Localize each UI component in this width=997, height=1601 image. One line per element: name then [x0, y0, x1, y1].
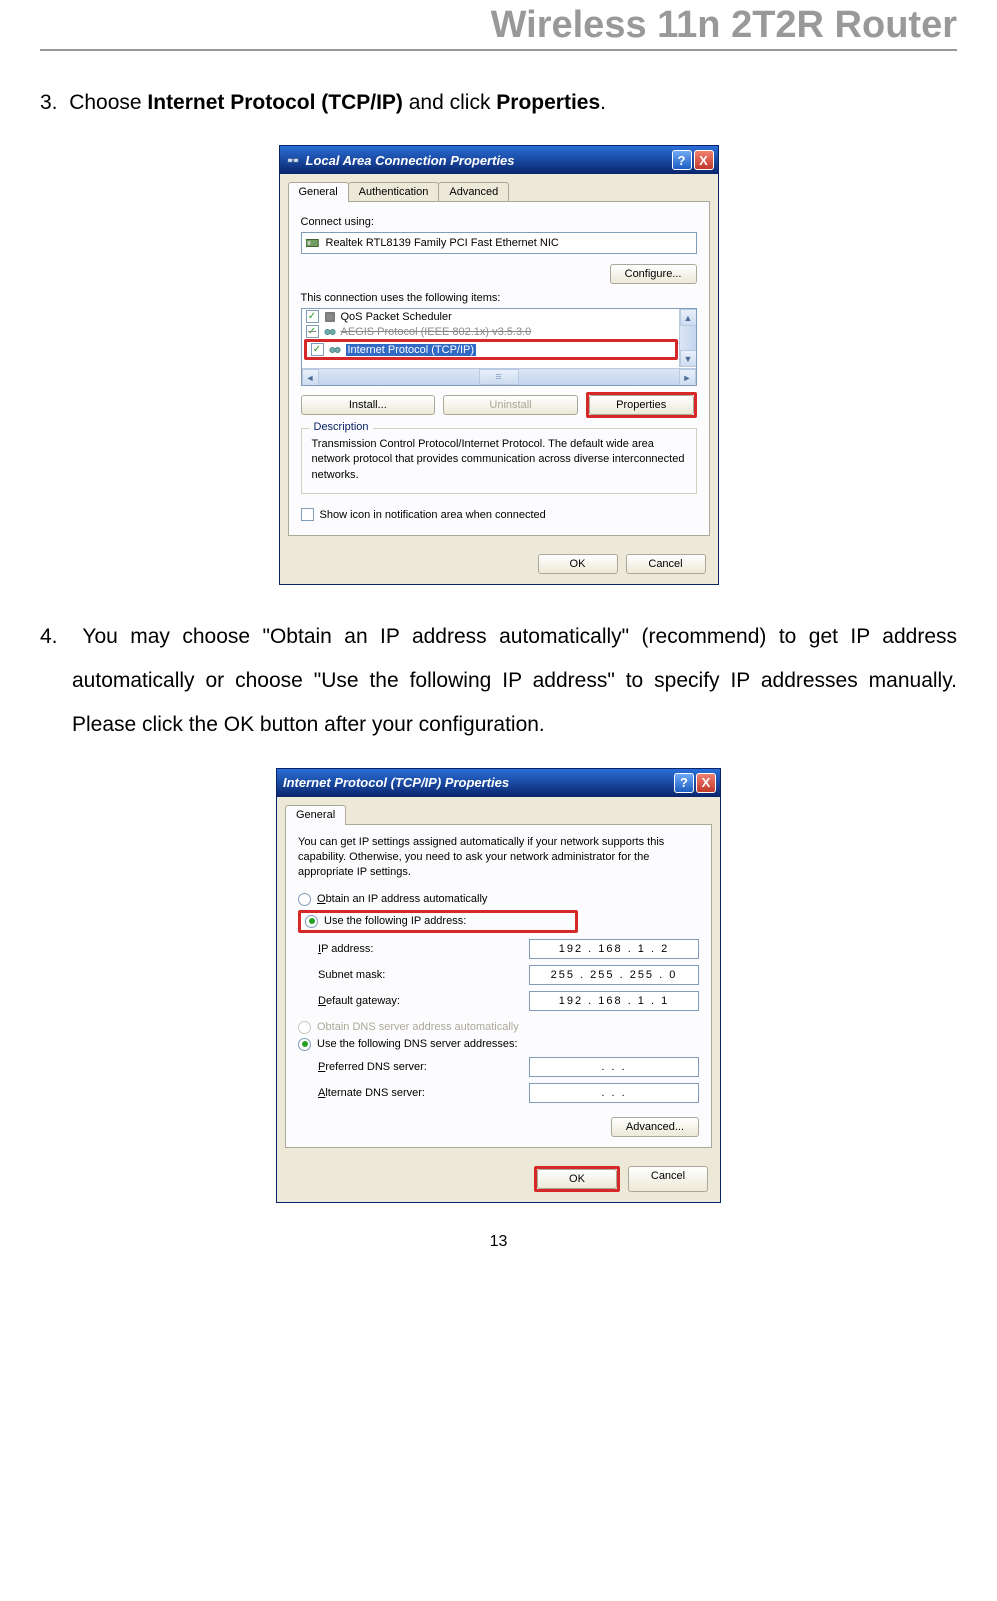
- radio-use-dns[interactable]: [298, 1038, 311, 1051]
- subnet-mask-field[interactable]: 255 . 255 . 255 . 0: [529, 965, 699, 985]
- nic-icon: [306, 237, 320, 249]
- cancel-button[interactable]: Cancel: [628, 1166, 708, 1192]
- list-item-tcpip[interactable]: ✓ Internet Protocol (TCP/IP): [307, 342, 675, 357]
- dialog2-panel: You can get IP settings assigned automat…: [285, 824, 712, 1148]
- dialog1-tabs: General Authentication Advanced: [280, 174, 718, 201]
- use-dns-row[interactable]: Use the following DNS server addresses:: [298, 1038, 699, 1051]
- scrollbar-horizontal[interactable]: ◄ ≡ ►: [302, 368, 696, 385]
- nic-text: Realtek RTL8139 Family PCI Fast Ethernet…: [326, 237, 559, 249]
- list-item-label: AEGIS Protocol (IEEE 802.1x) v3.5.3.0: [341, 326, 532, 338]
- cancel-button[interactable]: Cancel: [626, 554, 706, 574]
- step4-num: 4.: [40, 625, 58, 648]
- close-icon[interactable]: X: [694, 150, 714, 170]
- step3-prefix: Choose: [69, 91, 147, 114]
- list-item[interactable]: ✓ AEGIS Protocol (IEEE 802.1x) v3.5.3.0: [302, 324, 696, 339]
- dialog2-intro: You can get IP settings assigned automat…: [298, 835, 699, 881]
- scroll-up-icon[interactable]: ▲: [680, 309, 697, 326]
- tcpip-properties-dialog: Internet Protocol (TCP/IP) Properties ? …: [276, 768, 721, 1203]
- obtain-ip-label: Obtain an IP address automatically: [317, 893, 487, 905]
- tab-general[interactable]: General: [288, 182, 349, 202]
- list-item-label: QoS Packet Scheduler: [341, 311, 452, 323]
- dialog2-title-text: Internet Protocol (TCP/IP) Properties: [283, 775, 509, 790]
- configure-button[interactable]: Configure...: [610, 264, 697, 284]
- tab-general[interactable]: General: [285, 805, 346, 825]
- properties-button[interactable]: Properties: [589, 395, 694, 415]
- radio-obtain-ip[interactable]: [298, 893, 311, 906]
- description-legend: Description: [310, 421, 373, 433]
- items-label: This connection uses the following items…: [301, 292, 697, 304]
- step3-num: 3.: [40, 91, 58, 114]
- highlight-ok: OK: [534, 1166, 620, 1192]
- checkbox-icon[interactable]: ✓: [311, 343, 324, 356]
- ip-address-label: IP address:: [318, 943, 478, 955]
- highlight-properties: Properties: [586, 392, 697, 418]
- radio-obtain-dns: [298, 1021, 311, 1034]
- dialog1-panel: Connect using: Realtek RTL8139 Family PC…: [288, 201, 710, 536]
- subnet-mask-label: Subnet mask:: [318, 969, 478, 981]
- service-icon: [323, 311, 337, 323]
- preferred-dns-label: Preferred DNS server:: [318, 1061, 478, 1073]
- dialog2-titlebar: Internet Protocol (TCP/IP) Properties ? …: [277, 769, 720, 797]
- scrollbar-vertical[interactable]: ▲ ▼: [679, 309, 696, 367]
- instruction-step-4: 4. You may choose "Obtain an IP address …: [72, 615, 957, 747]
- scroll-right-icon[interactable]: ►: [679, 369, 696, 386]
- highlight-use-ip: Use the following IP address:: [298, 910, 578, 933]
- list-item[interactable]: ✓ QoS Packet Scheduler: [302, 309, 696, 324]
- step3-mid: and click: [403, 91, 496, 114]
- dialog1-titlebar: Local Area Connection Properties ? X: [280, 146, 718, 174]
- obtain-ip-row[interactable]: Obtain an IP address automatically: [298, 893, 699, 906]
- tab-advanced[interactable]: Advanced: [438, 182, 509, 201]
- tab-authentication[interactable]: Authentication: [348, 182, 440, 201]
- ok-button[interactable]: OK: [537, 1169, 617, 1189]
- components-listbox[interactable]: ✓ QoS Packet Scheduler ✓ AEGIS Protocol …: [301, 308, 697, 386]
- protocol-icon: [328, 344, 342, 356]
- connection-icon: [286, 154, 300, 166]
- header-rule: [40, 49, 957, 51]
- step3-bold1: Internet Protocol (TCP/IP): [147, 91, 403, 114]
- alternate-dns-label: Alternate DNS server:: [318, 1087, 478, 1099]
- list-item-label: Internet Protocol (TCP/IP): [346, 344, 477, 356]
- obtain-dns-row: Obtain DNS server address automatically: [298, 1021, 699, 1034]
- ip-address-field[interactable]: 192 . 168 . 1 . 2: [529, 939, 699, 959]
- use-ip-row[interactable]: Use the following IP address:: [305, 915, 571, 928]
- step3-bold2: Properties: [496, 91, 600, 114]
- description-text: Transmission Control Protocol/Internet P…: [312, 437, 686, 483]
- default-gateway-field[interactable]: 192 . 168 . 1 . 1: [529, 991, 699, 1011]
- preferred-dns-field[interactable]: . . .: [529, 1057, 699, 1077]
- obtain-dns-label: Obtain DNS server address automatically: [317, 1021, 519, 1033]
- use-dns-label: Use the following DNS server addresses:: [317, 1038, 518, 1050]
- page-header-title: Wireless 11n 2T2R Router: [40, 0, 957, 47]
- local-area-connection-dialog: Local Area Connection Properties ? X Gen…: [279, 145, 719, 585]
- checkbox-icon[interactable]: ✓: [306, 310, 319, 323]
- radio-use-ip[interactable]: [305, 915, 318, 928]
- highlight-tcpip: ✓ Internet Protocol (TCP/IP): [304, 339, 678, 360]
- show-icon-checkbox[interactable]: ✓: [301, 508, 314, 521]
- install-button[interactable]: Install...: [301, 395, 436, 415]
- use-ip-label: Use the following IP address:: [324, 915, 466, 927]
- help-icon[interactable]: ?: [674, 773, 694, 793]
- close-icon[interactable]: X: [696, 773, 716, 793]
- uninstall-button: Uninstall: [443, 395, 578, 415]
- scroll-thumb[interactable]: ≡: [479, 369, 519, 385]
- instruction-step-3: 3. Choose Internet Protocol (TCP/IP) and…: [72, 81, 957, 125]
- connect-using-label: Connect using:: [301, 216, 697, 228]
- scroll-down-icon[interactable]: ▼: [680, 350, 697, 367]
- page-number: 13: [40, 1233, 957, 1251]
- checkbox-icon[interactable]: ✓: [306, 325, 319, 338]
- protocol-icon: [323, 326, 337, 338]
- default-gateway-label: Default gateway:: [318, 995, 478, 1007]
- dialog1-title-text: Local Area Connection Properties: [306, 153, 515, 168]
- nic-field: Realtek RTL8139 Family PCI Fast Ethernet…: [301, 232, 697, 254]
- description-fieldset: Description Transmission Control Protoco…: [301, 428, 697, 494]
- show-icon-label: Show icon in notification area when conn…: [320, 509, 546, 521]
- ok-button[interactable]: OK: [538, 554, 618, 574]
- dialog2-tabs: General: [277, 797, 720, 824]
- scroll-left-icon[interactable]: ◄: [302, 369, 319, 386]
- step4-text: You may choose "Obtain an IP address aut…: [72, 625, 957, 736]
- advanced-button[interactable]: Advanced...: [611, 1117, 699, 1137]
- alternate-dns-field[interactable]: . . .: [529, 1083, 699, 1103]
- step3-suffix: .: [600, 91, 606, 114]
- help-icon[interactable]: ?: [672, 150, 692, 170]
